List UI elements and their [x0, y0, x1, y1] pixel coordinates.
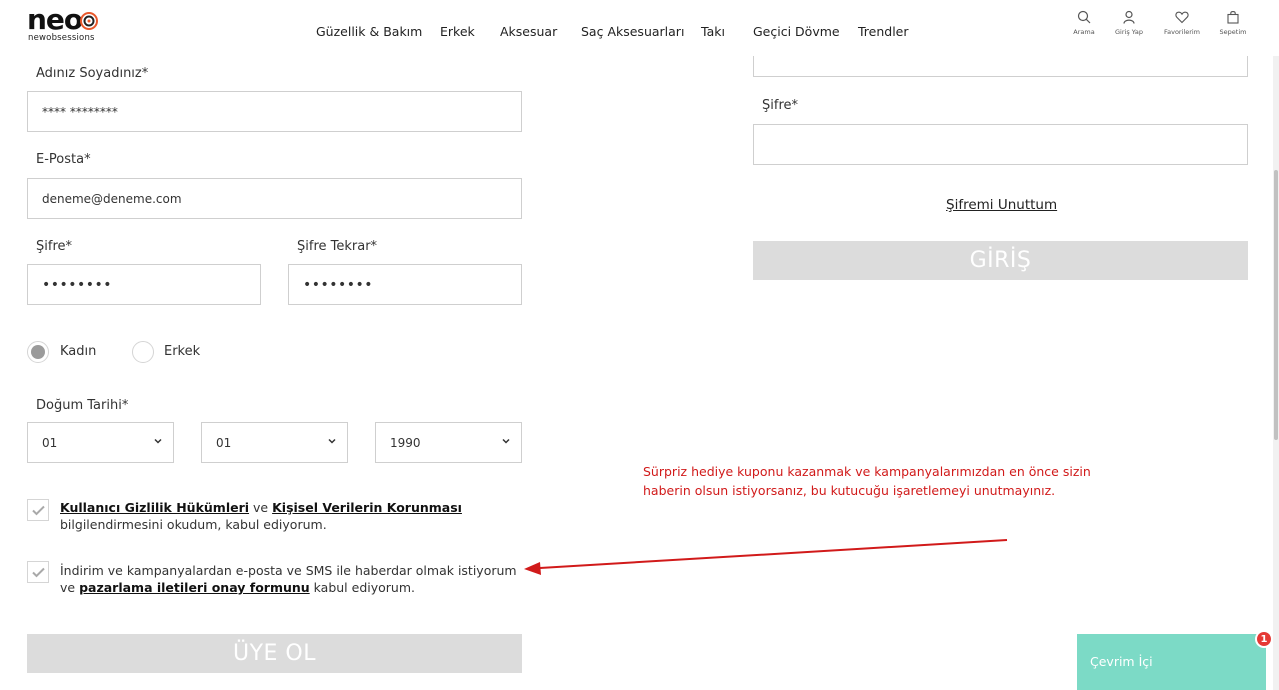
cart-button[interactable]: Sepetim [1213, 10, 1253, 36]
chat-badge: 1 [1255, 630, 1273, 648]
login-button[interactable]: Giriş Yap [1109, 10, 1149, 36]
search-icon [1077, 10, 1091, 24]
site-header: neo newobsessions Güzellik & Bakım Erkek… [0, 0, 1279, 56]
search-label: Arama [1073, 28, 1095, 36]
login-label: Giriş Yap [1115, 28, 1143, 36]
user-icon [1123, 10, 1135, 24]
favorites-button[interactable]: Favorilerim [1162, 10, 1202, 36]
nav-aksesuar[interactable]: Aksesuar [500, 24, 557, 39]
nav-sac-aksesuarlari[interactable]: Saç Aksesuarları [581, 24, 684, 39]
live-chat-widget[interactable]: Çevrim İçi [1077, 634, 1266, 690]
chat-label: Çevrim İçi [1090, 654, 1153, 669]
cart-label: Sepetim [1219, 28, 1247, 36]
favorites-label: Favorilerim [1163, 28, 1201, 36]
bag-icon [1227, 11, 1239, 24]
nav-gecici-dovme[interactable]: Geçici Dövme [753, 24, 840, 39]
nav-trendler[interactable]: Trendler [858, 24, 909, 39]
nav-erkek[interactable]: Erkek [440, 24, 475, 39]
heart-icon [1175, 11, 1189, 24]
scrollbar-thumb[interactable] [1274, 170, 1278, 440]
nav-guzellik[interactable]: Güzellik & Bakım [316, 24, 422, 39]
search-button[interactable]: Arama [1064, 10, 1104, 36]
page-scrollbar[interactable] [1273, 0, 1279, 690]
annotation-arrow-icon [524, 539, 1008, 575]
nav-taki[interactable]: Takı [701, 24, 725, 39]
